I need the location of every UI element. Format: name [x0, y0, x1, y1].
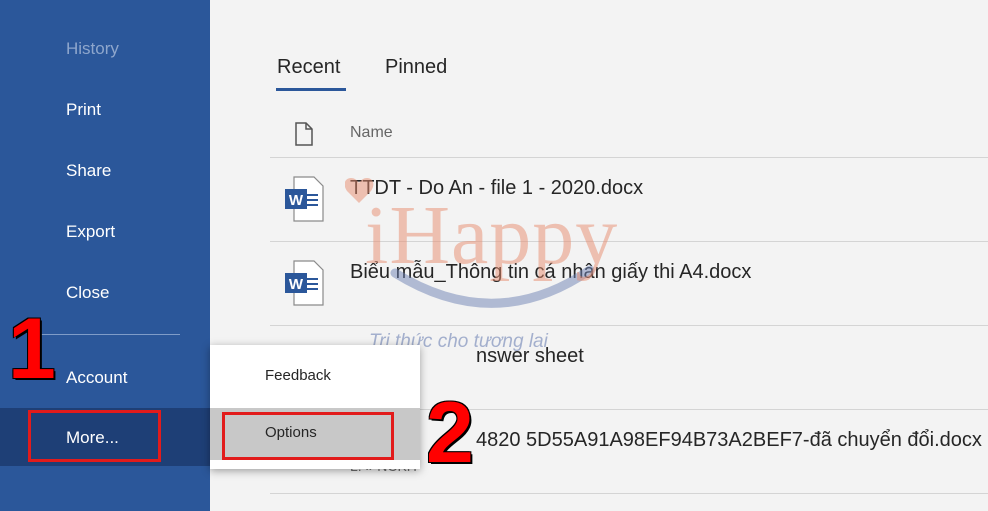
- file-name: nswer sheet: [476, 345, 584, 367]
- tab-recent[interactable]: Recent: [277, 56, 340, 79]
- file-name: Biểu mẫu_Thông tin cá nhân giấy thi A4.d…: [350, 261, 752, 283]
- sidebar-item-export[interactable]: Export: [66, 222, 115, 242]
- sidebar-item-print[interactable]: Print: [66, 100, 101, 120]
- list-item[interactable]: W TTDT - Do An - file 1 - 2020.docx: [270, 158, 988, 240]
- tab-pinned[interactable]: Pinned: [385, 56, 447, 79]
- sidebar-item-history: History: [66, 39, 119, 58]
- annotation-step-2: 2: [426, 385, 474, 481]
- tab-active-indicator: [276, 88, 346, 91]
- sidebar-item-account[interactable]: Account: [66, 368, 127, 388]
- word-document-icon: W: [285, 176, 324, 222]
- svg-text:W: W: [289, 192, 304, 209]
- word-document-icon: W: [285, 260, 324, 306]
- annotation-box-more: [28, 410, 161, 462]
- file-icon: [295, 122, 313, 146]
- column-header-name[interactable]: Name: [350, 124, 393, 142]
- list-item[interactable]: W Biểu mẫu_Thông tin cá nhân giấy thi A4…: [270, 242, 988, 324]
- row-divider: [270, 493, 988, 494]
- svg-text:W: W: [289, 276, 304, 293]
- annotation-box-options: [222, 412, 394, 460]
- file-name: 4820 5D55A91A98EF94B73A2BEF7-đã chuyển đ…: [476, 429, 982, 451]
- sidebar-item-share[interactable]: Share: [66, 161, 111, 181]
- annotation-step-1: 1: [8, 301, 56, 397]
- sidebar-item-close[interactable]: Close: [66, 283, 109, 303]
- file-name: TTDT - Do An - file 1 - 2020.docx: [350, 177, 644, 199]
- feedback-label: Feedback: [265, 367, 331, 384]
- feedback-menu-item[interactable]: Feedback: [210, 351, 420, 403]
